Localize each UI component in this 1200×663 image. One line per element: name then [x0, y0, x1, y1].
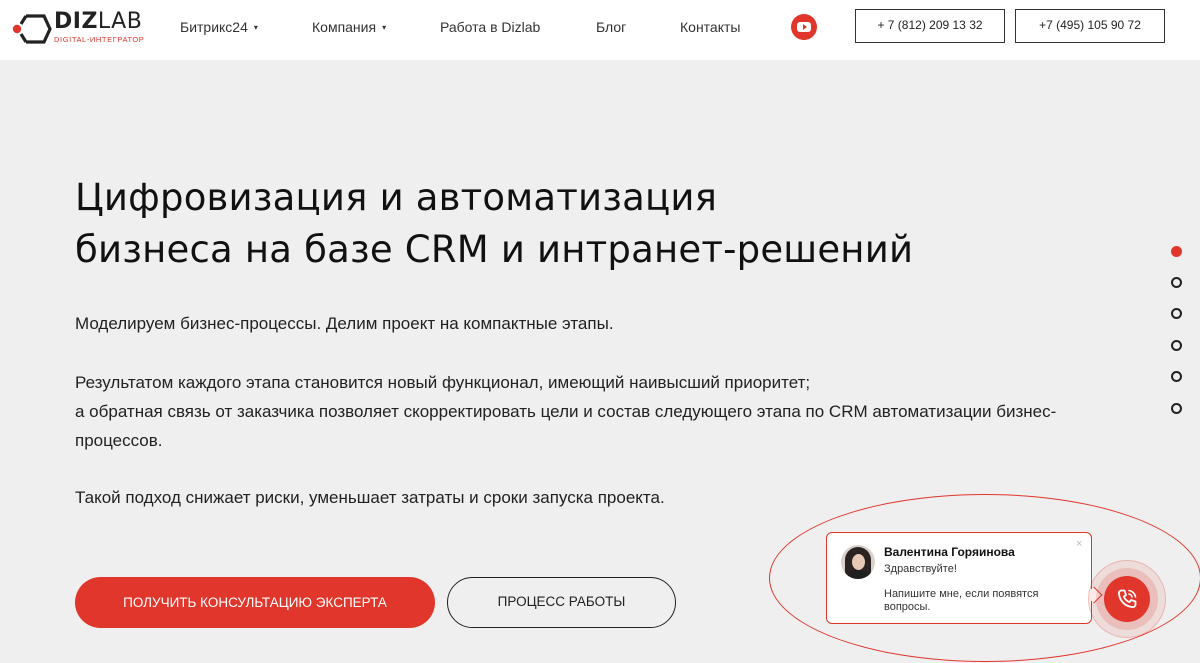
close-icon[interactable]: ×: [1076, 538, 1082, 550]
logo-wordmark: DIZLAB: [54, 9, 143, 34]
hero-paragraph-1: Моделируем бизнес-процессы. Делим проект…: [75, 314, 614, 333]
logo[interactable]: DIZLAB DIGITAL-ИНТЕГРАТОР: [12, 8, 152, 52]
slide-dot-5[interactable]: [1171, 371, 1182, 382]
nav-item-blog[interactable]: Блог: [596, 18, 626, 36]
chevron-down-icon: ▾: [382, 23, 387, 32]
youtube-icon[interactable]: [791, 14, 817, 40]
slide-dot-1[interactable]: [1171, 246, 1182, 257]
avatar: [841, 545, 875, 579]
logo-mark-icon: [12, 14, 52, 44]
slide-dot-3[interactable]: [1171, 308, 1182, 319]
site-header: DIZLAB DIGITAL-ИНТЕГРАТОР Битрикс24 ▾ Ком…: [0, 0, 1200, 60]
chevron-down-icon: ▾: [253, 23, 258, 32]
logo-tagline: DIGITAL-ИНТЕГРАТОР: [54, 35, 145, 44]
hero-paragraph-2: Результатом каждого этапа становится нов…: [75, 373, 1057, 450]
work-process-button[interactable]: ПРОЦЕСС РАБОТЫ: [447, 577, 676, 628]
chat-popup[interactable]: Валентина Горяинова Здравствуйте! Напиши…: [826, 532, 1092, 624]
slide-dot-6[interactable]: [1171, 403, 1182, 414]
chat-greeting: Здравствуйте!: [884, 563, 957, 575]
nav-item-bitrix24[interactable]: Битрикс24 ▾: [180, 18, 258, 37]
phone-button-msk[interactable]: +7 (495) 105 90 72: [1015, 9, 1165, 43]
nav-item-contacts[interactable]: Контакты: [680, 18, 740, 36]
get-consultation-button[interactable]: ПОЛУЧИТЬ КОНСУЛЬТАЦИЮ ЭКСПЕРТА: [75, 577, 435, 628]
slide-dot-2[interactable]: [1171, 277, 1182, 288]
phone-call-icon: [1118, 589, 1137, 608]
slide-dot-4[interactable]: [1171, 340, 1182, 351]
chat-agent-name: Валентина Горяинова: [884, 545, 1015, 559]
page-title: Цифровизация и автоматизация бизнеса на …: [75, 176, 914, 271]
call-button[interactable]: [1104, 576, 1150, 622]
nav-item-company[interactable]: Компания ▾: [312, 18, 386, 37]
nav-item-careers[interactable]: Работа в Dizlab: [440, 18, 540, 36]
phone-button-spb[interactable]: + 7 (812) 209 13 32: [855, 9, 1005, 43]
chat-message: Напишите мне, если появятся вопросы.: [884, 588, 1039, 613]
